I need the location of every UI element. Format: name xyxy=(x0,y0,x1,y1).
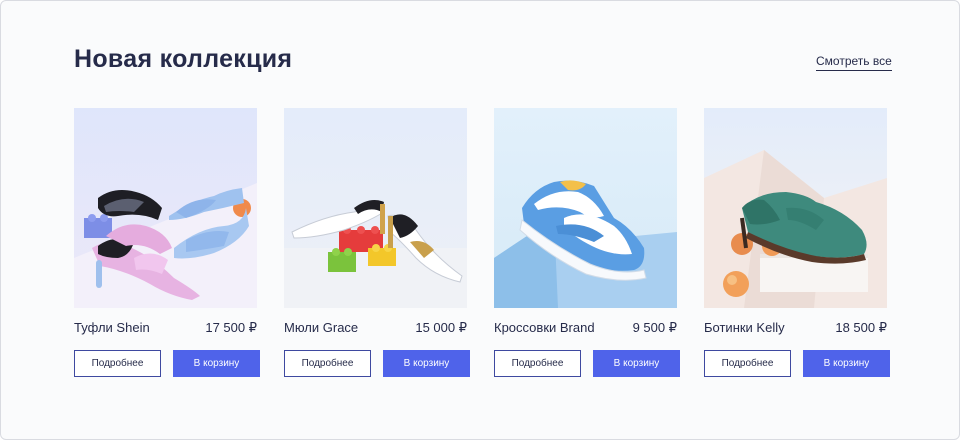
product-image[interactable] xyxy=(704,108,887,308)
product-card[interactable]: Мюли Grace 15 000 ₽ Подробнее В корзину xyxy=(284,108,470,378)
product-price: 9 500 ₽ xyxy=(632,320,677,335)
collection-panel: Новая коллекция Смотреть все Туфли Shein… xyxy=(0,0,960,440)
add-to-cart-button[interactable]: В корзину xyxy=(803,350,890,377)
add-to-cart-button[interactable]: В корзину xyxy=(383,350,470,377)
product-name: Туфли Shein xyxy=(74,320,150,335)
section-title: Новая коллекция xyxy=(74,45,293,73)
product-card[interactable]: Ботинки Kelly 18 500 ₽ Подробнее В корзи… xyxy=(704,108,890,378)
product-name: Кроссовки Brand xyxy=(494,320,595,335)
details-button[interactable]: Подробнее xyxy=(494,350,581,377)
add-to-cart-button[interactable]: В корзину xyxy=(593,350,680,377)
product-image[interactable] xyxy=(284,108,467,308)
details-button[interactable]: Подробнее xyxy=(284,350,371,377)
product-price: 17 500 ₽ xyxy=(205,320,257,335)
product-price: 15 000 ₽ xyxy=(415,320,467,335)
product-image[interactable] xyxy=(74,108,257,308)
product-name: Ботинки Kelly xyxy=(704,320,785,335)
details-button[interactable]: Подробнее xyxy=(704,350,791,377)
product-name: Мюли Grace xyxy=(284,320,359,335)
add-to-cart-button[interactable]: В корзину xyxy=(173,350,260,377)
product-image[interactable] xyxy=(494,108,677,308)
product-price: 18 500 ₽ xyxy=(835,320,887,335)
details-button[interactable]: Подробнее xyxy=(74,350,161,377)
product-card[interactable]: Кроссовки Brand 9 500 ₽ Подробнее В корз… xyxy=(494,108,680,378)
product-card[interactable]: Туфли Shein 17 500 ₽ Подробнее В корзину xyxy=(74,108,260,378)
see-all-link[interactable]: Смотреть все xyxy=(816,54,892,71)
